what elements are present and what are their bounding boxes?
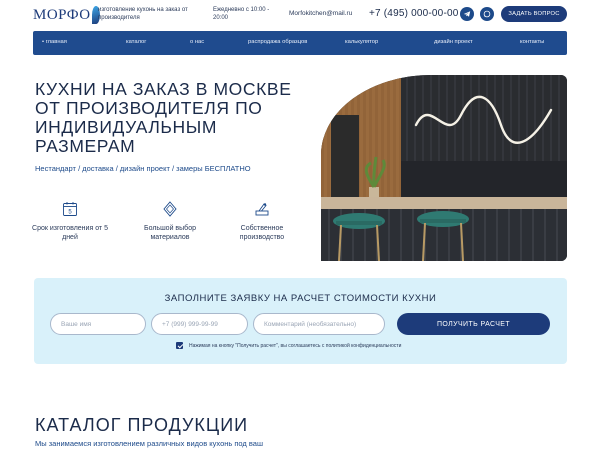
feature-delivery-time: 5 Срок изготовления от 5 дней <box>30 200 110 242</box>
hero-services: Нестандарт / доставка / дизайн проект / … <box>35 164 251 173</box>
catalog-title: КАТАЛОГ ПРОДУКЦИИ <box>35 415 249 435</box>
telegram-icon[interactable] <box>460 7 474 21</box>
tagline: изготовление кухонь на заказ от производ… <box>98 7 188 21</box>
nav-item-design[interactable]: дизайн проект <box>434 39 473 45</box>
catalog-subtitle: Мы занимаемся изготовлением различных ви… <box>35 439 263 448</box>
calendar-icon: 5 <box>63 202 77 216</box>
logo[interactable]: МОРФО <box>33 5 101 25</box>
calendar-digit: 5 <box>68 210 72 216</box>
phone-link[interactable]: +7 (495) 000-00-00 <box>369 8 459 19</box>
working-hours: Ежедневно с 10:00 - 20:00 <box>213 7 270 21</box>
logo-text: МОРФО <box>33 6 91 23</box>
consent-row: Нажимая на кнопку "Получить расчет", вы … <box>176 342 401 349</box>
production-icon <box>255 203 269 216</box>
comment-input[interactable] <box>253 313 385 335</box>
nav-item-about[interactable]: о нас <box>190 39 204 45</box>
nav-item-sale[interactable]: распродажа образцов <box>248 39 307 45</box>
name-input[interactable] <box>50 313 146 335</box>
feature-text: Срок изготовления от 5 дней <box>32 225 108 241</box>
ask-question-button[interactable]: ЗАДАТЬ ВОПРОС <box>501 6 567 22</box>
phone-input[interactable] <box>151 313 248 335</box>
consent-checkbox[interactable] <box>176 342 183 349</box>
nav-item-calculator[interactable]: калькулятор <box>345 39 378 45</box>
consent-text: Нажимая на кнопку "Получить расчет", вы … <box>189 342 402 349</box>
hero-kitchen-image <box>321 75 567 261</box>
feature-materials: Большой выбор материалов <box>130 200 210 242</box>
get-quote-button[interactable]: ПОЛУЧИТЬ РАСЧЕТ <box>397 313 550 335</box>
nav-item-catalog[interactable]: каталог <box>126 39 146 45</box>
feature-text: Большой выбор материалов <box>144 225 196 241</box>
form-title: ЗАПОЛНИТЕ ЗАЯВКУ НА РАСЧЕТ СТОИМОСТИ КУХ… <box>164 293 437 304</box>
feature-production: Собственное производство <box>222 200 302 242</box>
nav-item-contacts[interactable]: контакты <box>520 39 544 45</box>
feature-text: Собственное производство <box>239 225 285 241</box>
page-title: КУХНИ НА ЗАКАЗ В МОСКВЕ ОТ ПРОИЗВОДИТЕЛЯ… <box>35 79 292 156</box>
email-link[interactable]: Morfokitchen@mail.ru <box>289 10 352 17</box>
quote-form: ЗАПОЛНИТЕ ЗАЯВКУ НА РАСЧЕТ СТОИМОСТИ КУХ… <box>34 278 567 364</box>
diamond-icon <box>163 201 177 217</box>
whatsapp-icon[interactable] <box>480 7 494 21</box>
main-nav: • главная каталог о нас распродажа образ… <box>33 31 567 55</box>
nav-item-home[interactable]: • главная <box>42 39 67 45</box>
site-header: МОРФО изготовление кухонь на заказ от пр… <box>0 0 600 30</box>
